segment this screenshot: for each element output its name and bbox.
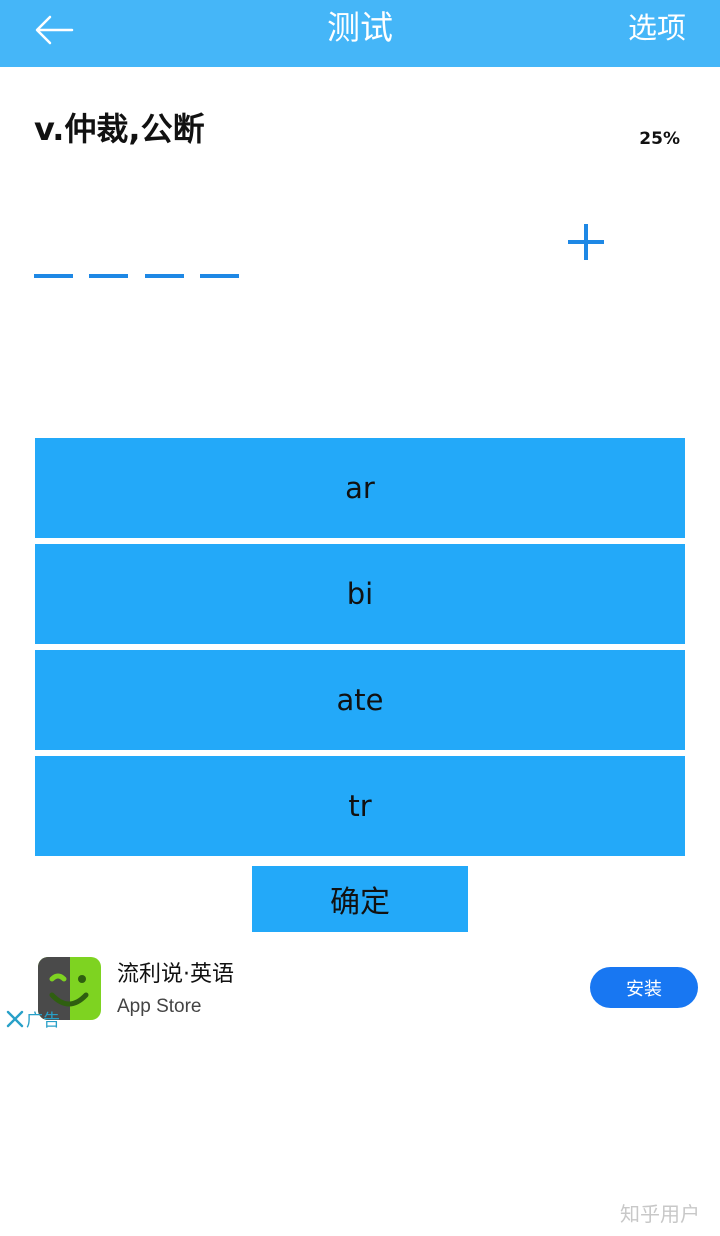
answer-slot[interactable] xyxy=(89,274,128,278)
ad-banner[interactable]: 流利说·英语 App Store 广告 安装 xyxy=(0,940,720,1040)
progress-percent: 25% xyxy=(639,129,680,149)
answer-slot[interactable] xyxy=(200,274,239,278)
plus-icon[interactable] xyxy=(565,221,607,263)
top-bar: 测试 选项 xyxy=(0,0,720,67)
watermark: 知乎用户 xyxy=(620,1202,700,1226)
option-button[interactable]: bi xyxy=(35,544,685,644)
option-button[interactable]: ar xyxy=(35,438,685,538)
ad-store-label: App Store xyxy=(117,996,202,1017)
option-button[interactable]: tr xyxy=(35,756,685,856)
page-title: 测试 xyxy=(327,8,393,47)
ad-tag: 广告 xyxy=(26,1011,60,1031)
close-icon xyxy=(6,1010,24,1027)
answer-slot[interactable] xyxy=(34,274,73,278)
option-button[interactable]: ate xyxy=(35,650,685,750)
options-button[interactable]: 选项 xyxy=(628,0,686,56)
word-definition: v.仲裁,公断 xyxy=(34,110,205,148)
confirm-button[interactable]: 确定 xyxy=(252,866,468,932)
ad-close-button[interactable]: 广告 xyxy=(6,1006,60,1031)
ad-app-name: 流利说·英语 xyxy=(117,962,234,987)
answer-slot[interactable] xyxy=(145,274,184,278)
install-button[interactable]: 安装 xyxy=(590,967,698,1008)
